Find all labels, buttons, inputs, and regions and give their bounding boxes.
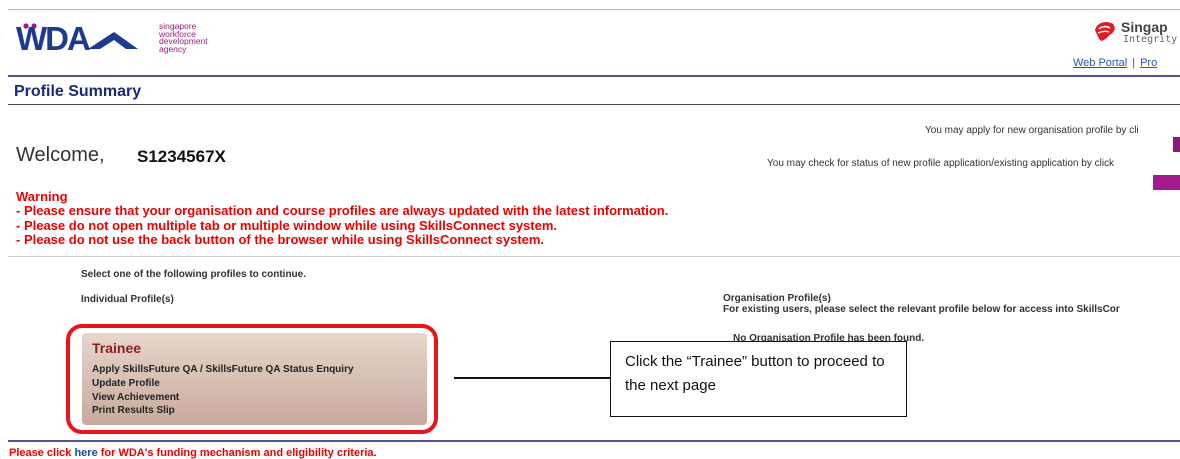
funding-info-link[interactable]: here — [74, 447, 97, 459]
brand-name: Singap — [1121, 19, 1168, 35]
apply-org-profile-button[interactable] — [1173, 137, 1180, 152]
callout-connector — [454, 377, 612, 379]
top-links: Web Portal | Pro — [1073, 57, 1157, 69]
warning-block: Warning - Please ensure that your organi… — [16, 189, 669, 247]
brand-tagline: Integrity — [1123, 34, 1178, 45]
warning-heading: Warning — [16, 189, 68, 204]
warning-line: - Please ensure that your organisation a… — [16, 203, 669, 219]
web-portal-link[interactable]: Web Portal — [1073, 57, 1127, 69]
wda-logo-text: singapore workforce development agency — [159, 21, 208, 54]
warning-line: - Please do not use the back button of t… — [16, 231, 545, 247]
warning-line: - Please do not open multiple tab or mul… — [16, 217, 558, 233]
svg-text:WDA: WDA — [16, 22, 90, 57]
welcome-label: Welcome, — [16, 144, 105, 166]
section-divider — [8, 256, 1180, 257]
funding-info-text: Please click here for WDA's funding mech… — [9, 447, 377, 459]
individual-profiles-heading: Individual Profile(s) — [81, 294, 174, 305]
top-border — [8, 9, 1180, 10]
lion-head-icon — [1095, 22, 1115, 41]
highlight-ring — [66, 324, 438, 434]
footer-divider — [8, 440, 1180, 442]
instruction-callout: Click the “Trainee” button to proceed to… — [610, 341, 907, 417]
select-profile-prompt: Select one of the following profiles to … — [81, 269, 307, 280]
check-status-note: You may check for status of new profile … — [767, 158, 1115, 169]
title-divider — [8, 104, 1180, 105]
header-divider — [8, 75, 1180, 77]
check-status-button[interactable] — [1153, 175, 1180, 190]
profile-link[interactable]: Pro — [1140, 57, 1157, 69]
welcome-user-id: S1234567X — [137, 147, 226, 166]
link-separator: | — [1132, 57, 1136, 69]
apply-org-profile-note: You may apply for new organisation profi… — [925, 125, 1139, 136]
page-title: Profile Summary — [14, 83, 142, 100]
organisation-profiles-heading: Organisation Profile(s) For existing use… — [723, 293, 1120, 315]
